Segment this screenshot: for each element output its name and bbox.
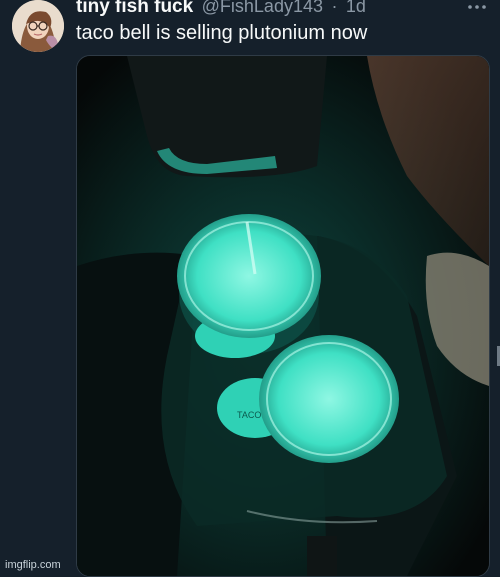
photo-glowing-cups: TACO BELL bbox=[77, 56, 489, 576]
more-horizontal-icon[interactable] bbox=[466, 0, 488, 16]
tweet-text: taco bell is selling plutonium now bbox=[76, 22, 368, 44]
avatar[interactable] bbox=[12, 0, 64, 52]
avatar-image bbox=[12, 0, 64, 52]
watermark: imgflip.com bbox=[5, 559, 61, 571]
display-name[interactable]: tiny fish fuck bbox=[76, 0, 193, 17]
tweet-media-photo[interactable]: TACO BELL bbox=[76, 55, 490, 577]
tweet: tiny fish fuck @FishLady143 · 1d taco be… bbox=[0, 0, 500, 577]
handle[interactable]: @FishLady143 bbox=[202, 0, 323, 16]
tweet-header: tiny fish fuck @FishLady143 · 1d bbox=[76, 0, 366, 18]
separator: · bbox=[331, 0, 338, 16]
timestamp[interactable]: 1d bbox=[346, 0, 366, 16]
